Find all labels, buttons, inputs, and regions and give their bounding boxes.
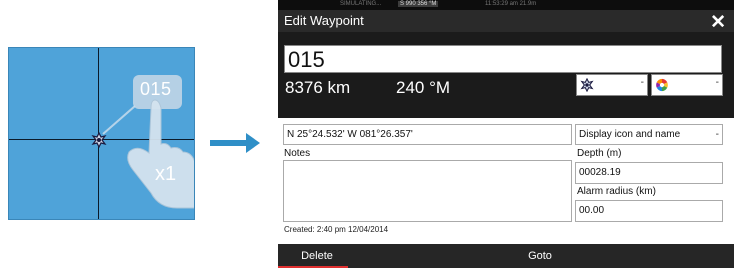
status-bar: SIMULATING... S 990 356 °M 11:53:29 am 2… bbox=[278, 0, 734, 10]
waypoint-icon[interactable] bbox=[91, 132, 107, 148]
depth-label: Depth (m) bbox=[577, 148, 622, 159]
icon-select[interactable]: - bbox=[576, 74, 648, 96]
alarm-radius-label: Alarm radius (km) bbox=[577, 186, 656, 197]
color-wheel-icon bbox=[656, 78, 668, 92]
delete-button[interactable]: Delete bbox=[278, 244, 356, 268]
chevron-down-icon: - bbox=[715, 129, 719, 140]
details-panel: N 25°24.532' W 081°26.357' Display icon … bbox=[278, 118, 734, 244]
goto-button-label: Goto bbox=[528, 250, 552, 262]
dialog-titlebar: Edit Waypoint ✕ bbox=[278, 10, 734, 34]
dialog-title: Edit Waypoint bbox=[284, 13, 364, 28]
tap-count-label: x1 bbox=[155, 163, 177, 185]
status-time: 11:53:29 am 21.9m bbox=[485, 1, 537, 7]
notes-label: Notes bbox=[284, 148, 311, 159]
color-select[interactable]: - bbox=[651, 74, 723, 96]
depth-field[interactable]: 00028.19 bbox=[575, 162, 723, 184]
button-bar: Delete Goto bbox=[278, 244, 734, 268]
close-icon[interactable]: ✕ bbox=[710, 11, 726, 34]
waypoint-name-field[interactable]: 015 bbox=[284, 45, 722, 73]
alarm-radius-field[interactable]: 00.00 bbox=[575, 200, 723, 222]
chevron-down-icon: - bbox=[640, 77, 644, 88]
created-timestamp: Created: 2:40 pm 12/04/2014 bbox=[284, 225, 389, 234]
chevron-down-icon: - bbox=[715, 77, 719, 88]
chart-illustration: 015 x1 bbox=[8, 47, 195, 220]
display-select[interactable]: Display icon and name - bbox=[575, 124, 723, 145]
status-simulating: SIMULATING... bbox=[340, 1, 382, 7]
waypoint-icon bbox=[580, 78, 594, 92]
position-field[interactable]: N 25°24.532' W 081°26.357' bbox=[283, 124, 572, 145]
distance-value: 8376 km bbox=[285, 78, 351, 97]
edit-waypoint-dialog: SIMULATING... S 990 356 °M 11:53:29 am 2… bbox=[278, 0, 734, 268]
status-speed: S 990 356 °M bbox=[398, 1, 439, 7]
delete-button-label: Delete bbox=[301, 250, 333, 262]
bearing-value: 240 °M bbox=[396, 78, 451, 97]
display-select-value: Display icon and name bbox=[579, 129, 681, 140]
goto-button[interactable]: Goto bbox=[500, 244, 580, 268]
right-arrow-icon bbox=[210, 133, 260, 153]
notes-field[interactable] bbox=[283, 160, 572, 222]
